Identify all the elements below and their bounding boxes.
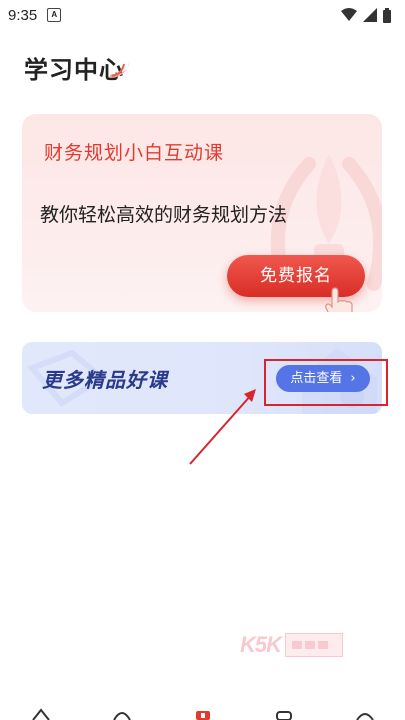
promo-title: 财务规划小白互动课: [44, 142, 225, 164]
more-courses-title: 更多精品好课: [42, 368, 168, 392]
status-right: [341, 7, 391, 23]
status-bar: 9:35 A: [0, 0, 405, 30]
screen: 9:35 A 学习中心 财务规划小白互动课 教你轻松高效的财务规划方法 免费报名…: [0, 0, 405, 720]
study-icon[interactable]: [192, 706, 214, 720]
status-time: 9:35: [8, 6, 38, 24]
hand-pointer-icon: [325, 287, 353, 312]
wifi-icon: [341, 8, 357, 21]
app-notification-icon: A: [47, 8, 62, 22]
watermark-logo: [285, 633, 344, 657]
promo-card: 财务规划小白互动课 教你轻松高效的财务规划方法 免费报名: [22, 114, 382, 312]
battery-icon: [383, 7, 391, 23]
watermark: K5K: [240, 632, 344, 658]
title-swoosh-decoration: [109, 60, 130, 78]
watermark-text: K5K: [240, 632, 282, 657]
promo-description: 教你轻松高效的财务规划方法: [40, 204, 288, 226]
discover-icon[interactable]: [111, 706, 133, 720]
bottom-nav: [0, 706, 405, 720]
message-icon[interactable]: [273, 706, 295, 720]
profile-icon[interactable]: [354, 706, 376, 720]
annotation-arrow: [189, 389, 256, 465]
annotation-highlight-box: [264, 359, 388, 406]
signal-icon: [363, 8, 377, 22]
home-icon[interactable]: [30, 706, 52, 720]
status-left: 9:35 A: [8, 6, 62, 24]
